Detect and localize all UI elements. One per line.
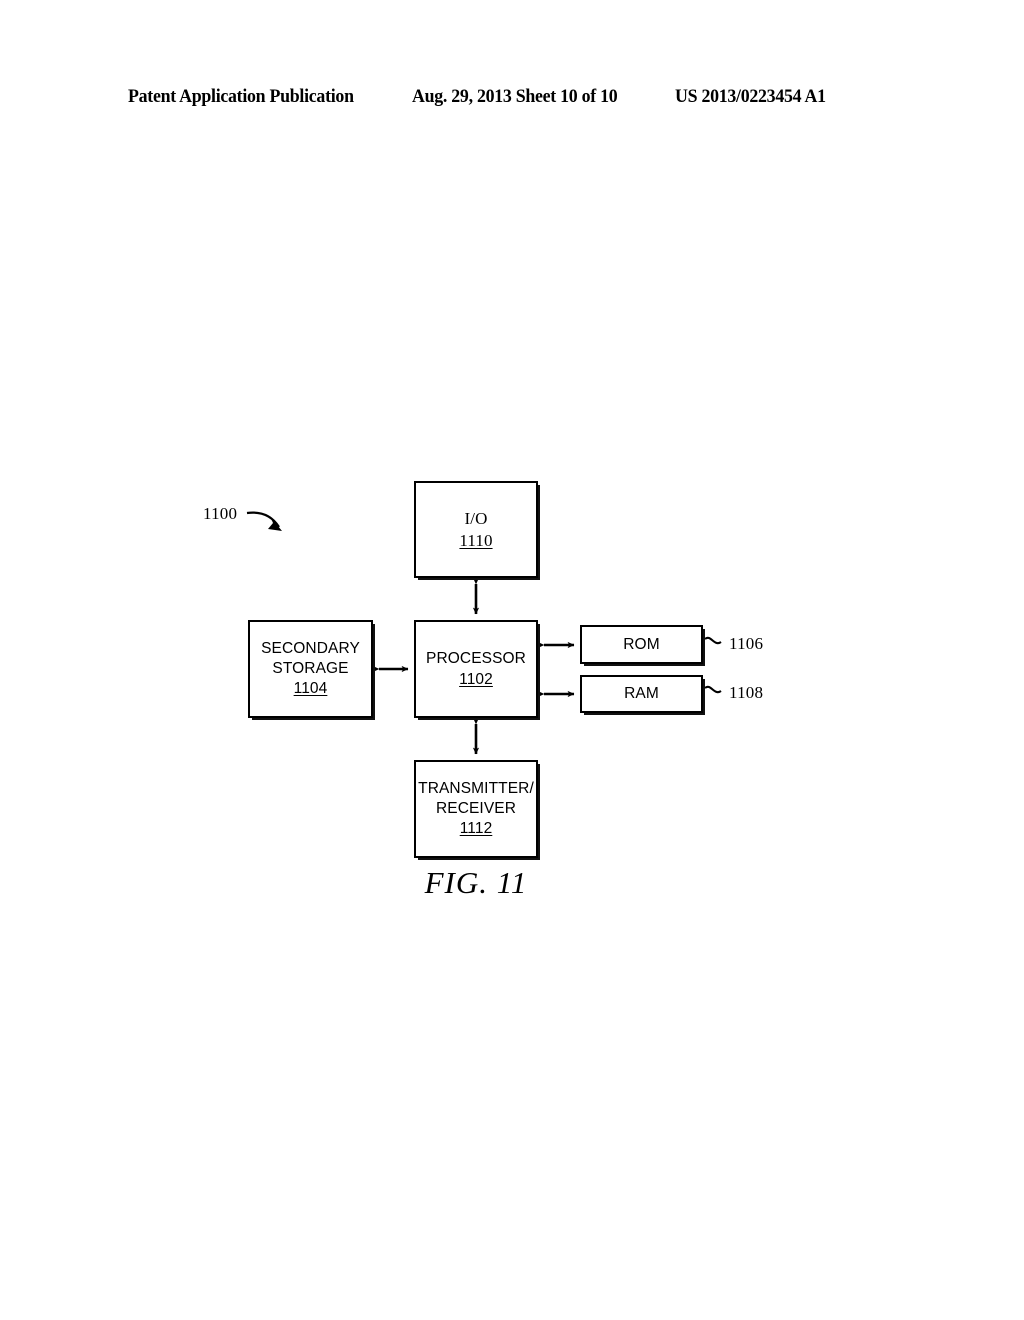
leader-arrowhead-1100 [268,516,282,531]
leader-line-1108 [704,685,722,694]
node-processor-ref: 1102 [459,670,493,688]
reference-label-1108: 1108 [729,683,764,702]
node-io-label: I/O [464,508,488,528]
reference-label-1100: 1100 [203,504,238,523]
reference-label-1106: 1106 [729,634,764,653]
node-processor[interactable]: PROCESSOR 1102 [414,620,538,718]
node-io[interactable]: I/O 1110 [414,481,538,578]
node-transmitter-receiver-label-line2: RECEIVER [435,799,517,817]
node-transmitter-receiver-ref: 1112 [459,820,493,838]
node-io-ref: 1110 [459,531,493,550]
node-ram[interactable]: RAM [580,675,703,713]
node-ram-label: RAM [624,685,659,703]
leader-line-1100 [246,511,280,528]
node-processor-label: PROCESSOR [426,649,526,667]
patent-figure-11: I/O 1110 PROCESSOR 1102 SECONDARY STORAG… [0,0,1024,1320]
node-secondary-storage-label-line2: STORAGE [272,659,349,677]
node-secondary-storage[interactable]: SECONDARY STORAGE 1104 [248,620,373,718]
node-secondary-storage-label-line1: SECONDARY [261,640,360,658]
node-secondary-storage-ref: 1104 [293,680,328,698]
node-transmitter-receiver[interactable]: TRANSMITTER/ RECEIVER 1112 [414,760,538,858]
leader-line-1106 [704,636,722,645]
node-rom-label: ROM [623,635,660,653]
node-rom[interactable]: ROM [580,625,703,664]
figure-caption: FIG. 11 [424,865,528,900]
node-transmitter-receiver-label-line1: TRANSMITTER/ [418,780,534,798]
